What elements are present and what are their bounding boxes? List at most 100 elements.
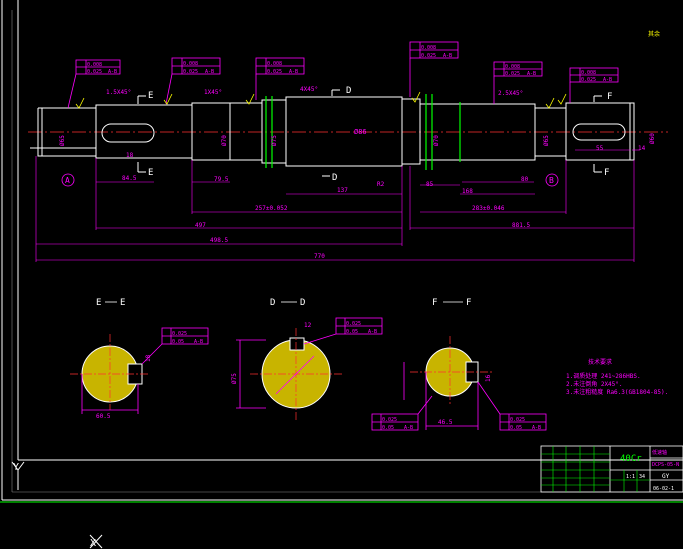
svg-text:R2: R2 — [377, 181, 385, 188]
length-labels: 84.5 79.5 137 R2 85 168 80 55 14 497 257… — [122, 145, 646, 260]
sheet-value: 34 — [639, 474, 645, 480]
svg-text:Ø75: Ø75 — [271, 135, 278, 146]
svg-text:12: 12 — [304, 322, 312, 329]
svg-text:A-B: A-B — [205, 69, 214, 75]
drawing-number: DCPS-05-N — [652, 462, 679, 468]
svg-text:0.025: 0.025 — [267, 69, 282, 75]
cut-label-d-bottom: D — [332, 173, 337, 183]
svg-text:79.5: 79.5 — [214, 176, 229, 183]
section-d-view: 0.025 0.05 A-B Ø75 12 — [231, 317, 383, 420]
svg-text:Ø75: Ø75 — [231, 373, 238, 384]
svg-text:A-B: A-B — [527, 71, 536, 77]
svg-text:2.5X45°: 2.5X45° — [498, 90, 523, 97]
cut-label-f-bottom: F — [604, 168, 609, 178]
shaft-outline — [30, 96, 635, 167]
svg-text:F: F — [466, 298, 471, 308]
svg-text:881.5: 881.5 — [512, 222, 530, 229]
svg-text:Ø70: Ø70 — [221, 135, 228, 146]
ucs-x-label: X — [90, 538, 96, 549]
svg-text:55: 55 — [596, 145, 604, 152]
part-name: 低速轴 — [652, 449, 667, 456]
tolerance-values: 0.008 0.025 A-B 0.008 0.025 A-B 0.008 0.… — [87, 45, 612, 83]
length-dimension-lines — [35, 149, 640, 262]
svg-text:257±0.052: 257±0.052 — [255, 205, 288, 212]
svg-text:E: E — [120, 298, 125, 308]
date-value: 06-02-1 — [653, 486, 674, 492]
title-block: 40Cr 低速轴 DCPS-05-N 1:1 34 GY 06-02-1 — [540, 445, 683, 493]
unit-value: GY — [662, 473, 670, 480]
svg-text:0.05: 0.05 — [382, 425, 394, 431]
svg-text:A-B: A-B — [443, 53, 452, 59]
svg-text:137: 137 — [337, 187, 348, 194]
svg-text:B: B — [549, 176, 554, 185]
svg-text:0.008: 0.008 — [87, 62, 102, 68]
svg-text:D: D — [300, 298, 305, 308]
svg-text:A-B: A-B — [368, 329, 377, 335]
section-titles: E E D D F F — [96, 298, 471, 308]
svg-text:Ø65: Ø65 — [543, 135, 550, 146]
svg-text:0.05: 0.05 — [510, 425, 522, 431]
svg-text:A-B: A-B — [603, 77, 612, 83]
cut-label-d-top: D — [346, 86, 351, 96]
svg-text:0.025: 0.025 — [421, 53, 436, 59]
svg-text:D: D — [270, 298, 275, 308]
svg-text:0.025: 0.025 — [87, 69, 102, 75]
ucs-y-label: Y — [13, 462, 19, 473]
svg-text:A-B: A-B — [194, 339, 203, 345]
roughness-corner-note: 其余 — [648, 30, 660, 38]
svg-text:46.5: 46.5 — [438, 419, 453, 426]
svg-text:0.008: 0.008 — [505, 64, 520, 70]
svg-text:A-B: A-B — [108, 69, 117, 75]
svg-text:Ø65: Ø65 — [59, 135, 66, 146]
svg-text:0.008: 0.008 — [267, 61, 282, 67]
svg-text:0.025: 0.025 — [382, 417, 397, 423]
svg-text:0.008: 0.008 — [581, 70, 596, 76]
svg-text:1.调质处理 241~286HBS.: 1.调质处理 241~286HBS. — [566, 372, 641, 380]
svg-text:Ø60: Ø60 — [649, 133, 656, 144]
section-e-view: 0.025 0.05 A-B 60.5 18 — [70, 327, 209, 420]
svg-text:498.5: 498.5 — [210, 237, 228, 244]
svg-text:Ø86: Ø86 — [354, 128, 367, 136]
scale-value: 1:1 — [626, 474, 635, 480]
svg-text:1X45°: 1X45° — [204, 89, 222, 96]
cut-label-e-bottom: E — [148, 168, 153, 178]
datum-b: B — [545, 173, 559, 187]
svg-text:技术要求: 技术要求 — [588, 358, 612, 366]
svg-text:4X45°: 4X45° — [300, 86, 318, 93]
svg-text:A-B: A-B — [289, 69, 298, 75]
svg-text:16: 16 — [485, 374, 492, 382]
svg-text:168: 168 — [462, 188, 473, 195]
svg-text:80: 80 — [521, 176, 529, 183]
cad-drawing-canvas: 其余 E E D D F F 0.008 0.025 A-B 0.008 0.0… — [0, 0, 683, 549]
svg-text:0.025: 0.025 — [581, 77, 596, 83]
cut-label-e-top: E — [148, 91, 153, 101]
svg-text:0.025: 0.025 — [346, 321, 361, 327]
svg-text:0.008: 0.008 — [183, 61, 198, 67]
svg-text:84.5: 84.5 — [122, 175, 137, 182]
svg-text:3.未注粗糙度 Ra6.3(GB1804-85).: 3.未注粗糙度 Ra6.3(GB1804-85). — [566, 388, 668, 396]
svg-text:0.025: 0.025 — [183, 69, 198, 75]
svg-text:497: 497 — [195, 222, 206, 229]
svg-text:F: F — [432, 298, 437, 308]
svg-text:0.008: 0.008 — [421, 45, 436, 51]
cut-label-f-top: F — [607, 92, 612, 102]
datum-a: A — [61, 173, 75, 187]
svg-text:18: 18 — [145, 354, 152, 362]
svg-text:14: 14 — [638, 145, 646, 152]
svg-text:E: E — [96, 298, 101, 308]
svg-text:1.5X45°: 1.5X45° — [106, 89, 131, 96]
svg-text:0.05: 0.05 — [346, 329, 358, 335]
svg-text:0.025: 0.025 — [505, 71, 520, 77]
svg-text:0.025: 0.025 — [510, 417, 525, 423]
svg-text:Ø70: Ø70 — [433, 135, 440, 146]
svg-text:85: 85 — [426, 181, 434, 188]
svg-text:2.未注倒角 2X45°.: 2.未注倒角 2X45°. — [566, 380, 623, 388]
svg-text:283±0.046: 283±0.046 — [472, 205, 505, 212]
svg-text:60.5: 60.5 — [96, 413, 111, 420]
svg-text:770: 770 — [314, 253, 325, 260]
ucs-icon — [11, 461, 103, 549]
svg-text:A-B: A-B — [532, 425, 541, 431]
svg-text:0.025: 0.025 — [172, 331, 187, 337]
technical-requirements: 技术要求 1.调质处理 241~286HBS. 2.未注倒角 2X45°. 3.… — [566, 358, 668, 396]
svg-text:A-B: A-B — [404, 425, 413, 431]
